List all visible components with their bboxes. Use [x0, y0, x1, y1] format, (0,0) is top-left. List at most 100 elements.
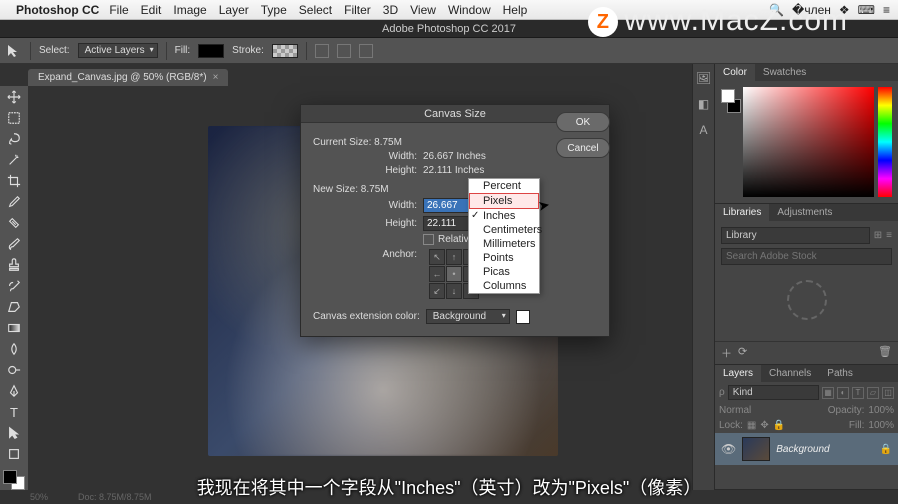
crop-tool-icon[interactable] — [3, 172, 25, 190]
tab-layers[interactable]: Layers — [715, 365, 761, 382]
spotlight-icon[interactable]: 🔍 — [769, 3, 784, 17]
wifi-icon[interactable]: �член — [792, 3, 831, 17]
close-tab-icon[interactable]: × — [213, 72, 219, 83]
filter-smart-icon[interactable]: ◫ — [882, 387, 894, 399]
new-height-input[interactable] — [423, 216, 471, 231]
unit-option-pixels[interactable]: Pixels — [469, 193, 539, 209]
relative-checkbox[interactable] — [423, 234, 434, 245]
eraser-tool-icon[interactable] — [3, 298, 25, 316]
character-panel-icon[interactable]: A — [696, 122, 712, 138]
library-search[interactable] — [721, 248, 892, 265]
path-selection-tool-icon[interactable] — [6, 43, 22, 59]
ext-color-swatch[interactable] — [516, 310, 530, 324]
menu-help[interactable]: Help — [503, 3, 528, 17]
menu-filter[interactable]: Filter — [344, 3, 371, 17]
tab-channels[interactable]: Channels — [761, 365, 819, 382]
menu-view[interactable]: View — [410, 3, 436, 17]
shape-tool-icon[interactable] — [3, 445, 25, 463]
heal-tool-icon[interactable] — [3, 214, 25, 232]
menu-3d[interactable]: 3D — [383, 3, 398, 17]
layer-row[interactable]: 👁 Background 🔒 — [715, 433, 898, 465]
select-dropdown[interactable]: Active Layers — [78, 43, 158, 58]
lib-menu-icon[interactable]: ≡ — [886, 230, 892, 241]
menu-type[interactable]: Type — [261, 3, 287, 17]
notifications-icon[interactable]: ≡ — [883, 3, 890, 17]
lib-sync-icon[interactable]: ⟳ — [738, 345, 747, 361]
lib-add-icon[interactable]: ＋ — [721, 345, 732, 361]
eyedropper-tool-icon[interactable] — [3, 193, 25, 211]
cancel-button[interactable]: Cancel — [556, 138, 610, 158]
blend-mode[interactable]: Normal — [719, 405, 824, 416]
lib-trash-icon[interactable]: 🗑 — [878, 345, 892, 361]
path-arrange-icon[interactable] — [359, 44, 373, 58]
pen-tool-icon[interactable] — [3, 382, 25, 400]
ok-button[interactable]: OK — [556, 112, 610, 132]
lock-all-icon[interactable]: 🔒 — [773, 420, 785, 431]
tab-color[interactable]: Color — [715, 64, 755, 81]
wand-tool-icon[interactable] — [3, 151, 25, 169]
path-select-tool-icon[interactable] — [3, 424, 25, 442]
layer-filter-kind[interactable]: Kind — [728, 385, 819, 400]
tab-adjustments[interactable]: Adjustments — [769, 204, 840, 221]
library-dropdown[interactable]: Library — [721, 227, 870, 244]
ext-color-dropdown[interactable]: Background — [426, 309, 510, 324]
unit-option-inches[interactable]: Inches — [469, 209, 539, 223]
history-panel-icon[interactable]: 🖼 — [696, 70, 712, 86]
brush-tool-icon[interactable] — [3, 235, 25, 253]
new-width-input[interactable] — [423, 198, 471, 213]
library-empty — [721, 265, 892, 335]
properties-panel-icon[interactable]: ◧ — [696, 96, 712, 112]
panel-dock: 🖼 ◧ A — [692, 64, 714, 490]
dodge-tool-icon[interactable] — [3, 361, 25, 379]
lock-pixels-icon[interactable]: ▦ — [747, 420, 756, 431]
unit-option-points[interactable]: Points — [469, 251, 539, 265]
color-fgbg[interactable] — [721, 87, 739, 197]
tab-swatches[interactable]: Swatches — [755, 64, 814, 81]
unit-option-picas[interactable]: Picas — [469, 265, 539, 279]
tab-libraries[interactable]: Libraries — [715, 204, 769, 221]
blur-tool-icon[interactable] — [3, 340, 25, 358]
menu-layer[interactable]: Layer — [219, 3, 249, 17]
app-name[interactable]: Photoshop CC — [16, 3, 99, 17]
unit-option-millimeters[interactable]: Millimeters — [469, 237, 539, 251]
tab-paths[interactable]: Paths — [819, 365, 861, 382]
color-field[interactable] — [743, 87, 874, 197]
right-panels: Color Swatches Libraries Adjustments Lib… — [714, 64, 898, 490]
keyboard-icon[interactable]: ⌨ — [858, 3, 875, 17]
marquee-tool-icon[interactable] — [3, 109, 25, 127]
stroke-swatch[interactable] — [272, 44, 298, 58]
type-tool-icon[interactable]: T — [3, 403, 25, 421]
menu-edit[interactable]: Edit — [141, 3, 162, 17]
menu-window[interactable]: Window — [448, 3, 491, 17]
path-ops-icon[interactable] — [315, 44, 329, 58]
menu-select[interactable]: Select — [299, 3, 332, 17]
move-tool-icon[interactable] — [3, 88, 25, 106]
filter-pixel-icon[interactable]: ▦ — [822, 387, 834, 399]
menu-file[interactable]: File — [109, 3, 128, 17]
lock-position-icon[interactable]: ✥ — [760, 420, 768, 431]
hue-slider[interactable] — [878, 87, 892, 197]
path-align-icon[interactable] — [337, 44, 351, 58]
menu-extra-icon[interactable]: ❖ — [839, 3, 850, 17]
lasso-tool-icon[interactable] — [3, 130, 25, 148]
anchor-label: Anchor: — [313, 249, 423, 260]
opacity-value[interactable]: 100% — [868, 405, 894, 416]
unit-option-columns[interactable]: Columns — [469, 279, 539, 293]
stamp-tool-icon[interactable] — [3, 256, 25, 274]
fill-value[interactable]: 100% — [868, 420, 894, 431]
document-tab-label: Expand_Canvas.jpg @ 50% (RGB/8*) — [38, 72, 207, 83]
unit-option-centimeters[interactable]: Centimeters — [469, 223, 539, 237]
filter-shape-icon[interactable]: ▱ — [867, 387, 879, 399]
document-tab[interactable]: Expand_Canvas.jpg @ 50% (RGB/8*) × — [28, 69, 228, 86]
filter-type-icon[interactable]: T — [852, 387, 864, 399]
filter-adjust-icon[interactable]: ◐ — [837, 387, 849, 399]
unit-option-percent[interactable]: Percent — [469, 179, 539, 193]
menu-image[interactable]: Image — [173, 3, 206, 17]
lib-view-icon[interactable]: ⊞ — [874, 230, 882, 241]
lock-icon[interactable]: 🔒 — [880, 444, 892, 455]
fill-swatch[interactable] — [198, 44, 224, 58]
gradient-tool-icon[interactable] — [3, 319, 25, 337]
history-brush-icon[interactable] — [3, 277, 25, 295]
visibility-icon[interactable]: 👁 — [721, 442, 736, 456]
layer-thumbnail[interactable] — [742, 437, 770, 461]
